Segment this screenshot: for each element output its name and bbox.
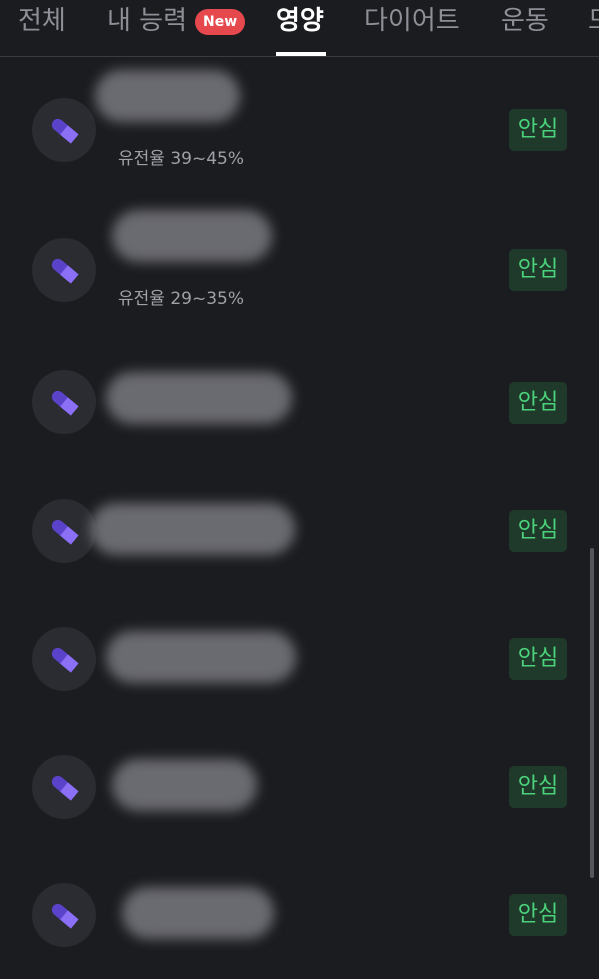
pill-icon <box>32 98 96 162</box>
tab-more[interactable]: 므 <box>588 0 599 56</box>
tab-my-abilities-label: 내 능력 <box>107 6 188 36</box>
blurred-item-name <box>122 887 274 939</box>
category-tab-bar: 전체 내 능력 New 영양 다이어트 운동 므 <box>0 0 599 57</box>
pill-icon <box>32 238 96 302</box>
status-badge[interactable]: 안심 <box>509 894 567 936</box>
pill-icon <box>32 499 96 563</box>
list-item[interactable]: 안심 <box>0 723 599 851</box>
pill-icon <box>32 883 96 947</box>
status-badge[interactable]: 안심 <box>509 382 567 424</box>
status-badge[interactable]: 안심 <box>509 249 567 291</box>
status-badge[interactable]: 안심 <box>509 510 567 552</box>
tab-nutrition[interactable]: 영양 <box>276 0 324 56</box>
tab-exercise[interactable]: 운동 <box>501 0 549 56</box>
list-item[interactable]: 유전율 29~35% 안심 <box>0 206 599 334</box>
blurred-item-name <box>95 70 240 122</box>
list-item[interactable]: 안심 <box>0 467 599 595</box>
pill-icon <box>32 627 96 691</box>
pill-icon <box>32 755 96 819</box>
list-item[interactable]: 안심 <box>0 338 599 466</box>
list-item[interactable]: 안심 <box>0 851 599 979</box>
list-item[interactable]: 유전율 39~45% 안심 <box>0 66 599 194</box>
blurred-item-name <box>90 503 295 555</box>
scrollbar[interactable] <box>590 548 594 878</box>
blurred-item-name <box>106 631 296 683</box>
heritability-text: 유전율 39~45% <box>118 149 244 169</box>
status-badge[interactable]: 안심 <box>509 766 567 808</box>
tab-my-abilities[interactable]: 내 능력 <box>107 0 187 56</box>
active-tab-indicator <box>276 52 326 56</box>
status-badge[interactable]: 안심 <box>509 109 567 151</box>
pill-icon <box>32 370 96 434</box>
list-item[interactable]: 안심 <box>0 595 599 723</box>
new-badge: New <box>195 9 246 35</box>
blurred-item-name <box>112 759 257 811</box>
blurred-item-name <box>112 210 272 262</box>
blurred-item-name <box>106 372 292 424</box>
heritability-text: 유전율 29~35% <box>118 289 244 309</box>
tab-diet[interactable]: 다이어트 <box>364 0 460 56</box>
status-badge[interactable]: 안심 <box>509 638 567 680</box>
tab-all[interactable]: 전체 <box>18 0 66 56</box>
